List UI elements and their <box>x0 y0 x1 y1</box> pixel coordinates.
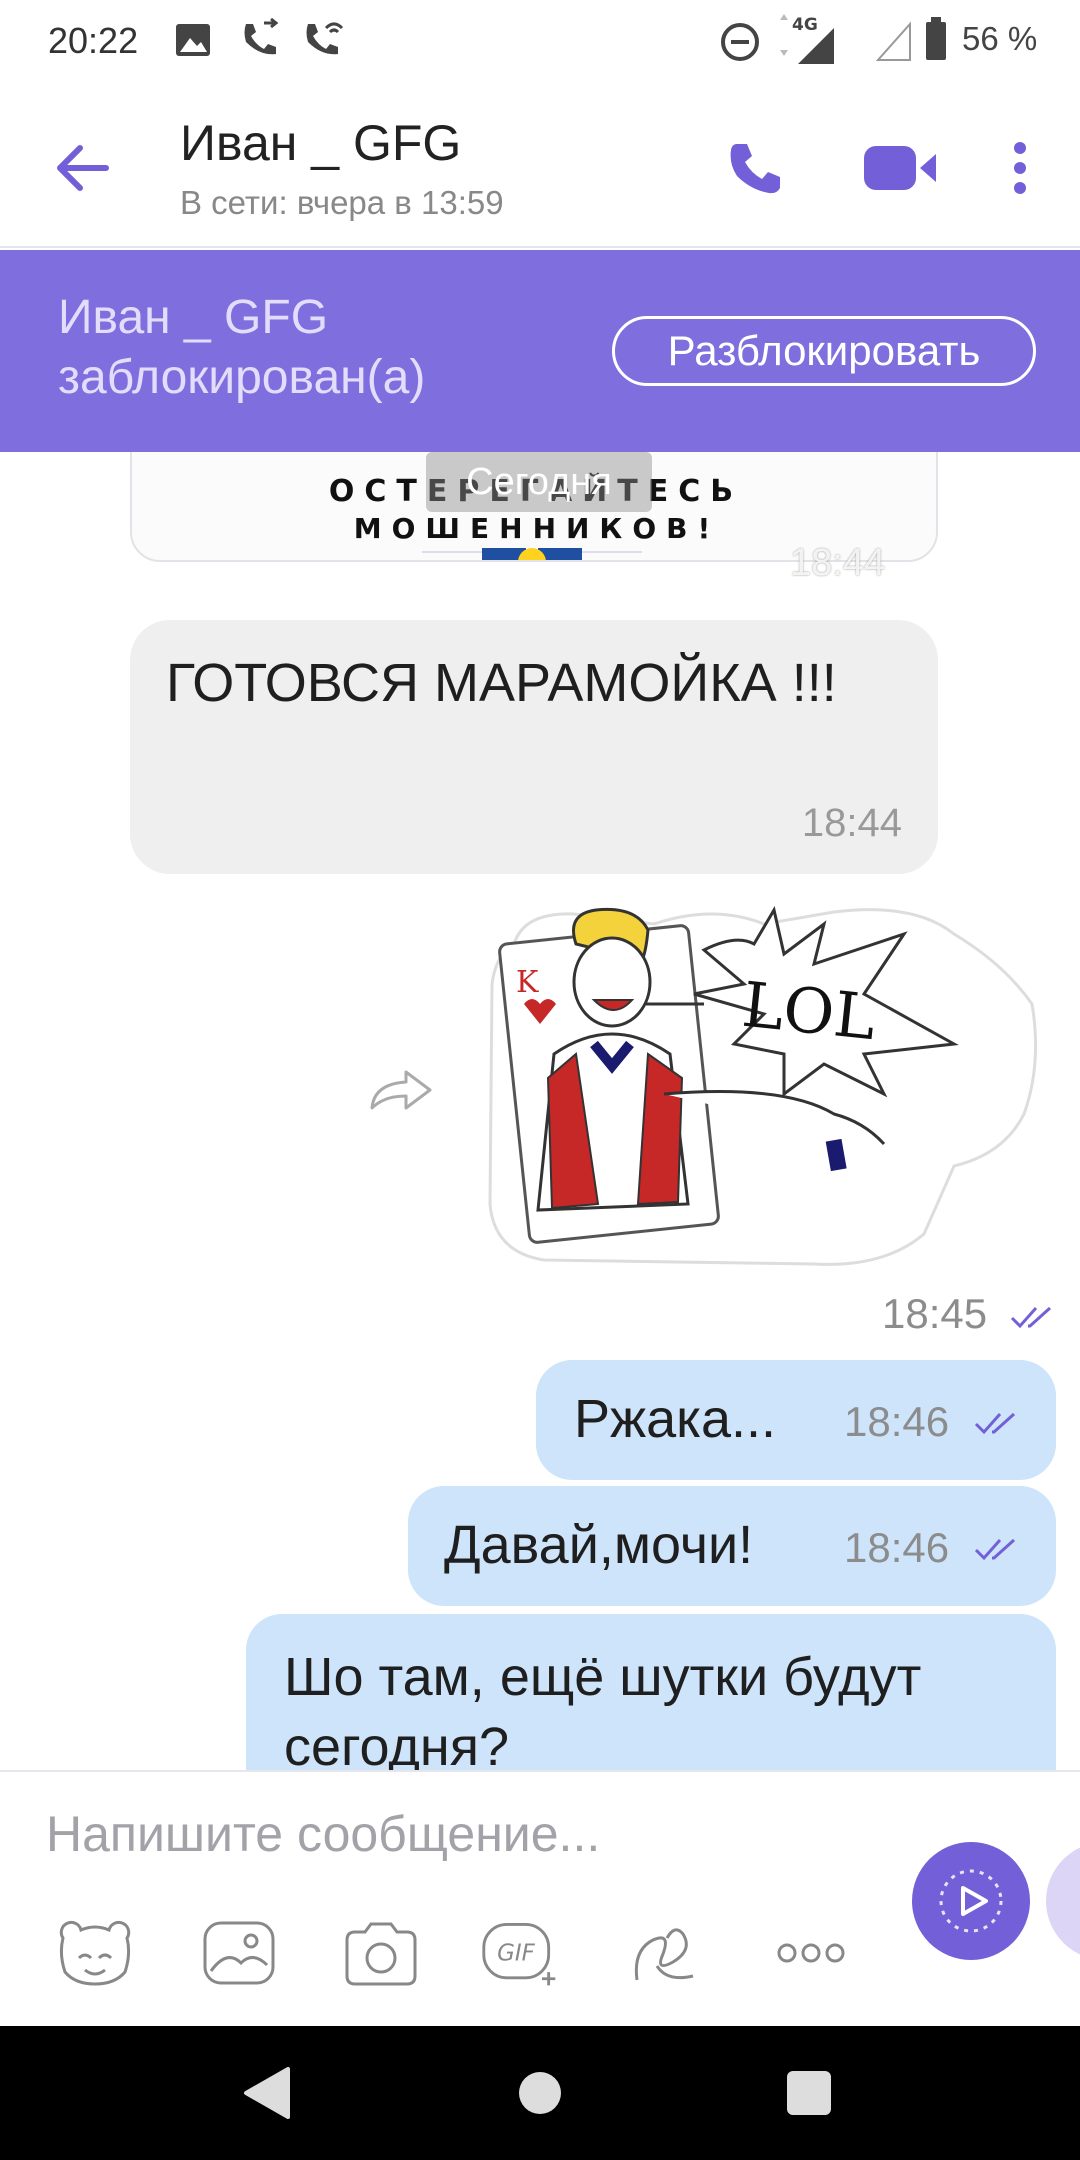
more-options-button[interactable] <box>770 1912 852 1994</box>
chat-header: Иван _ GFG В сети: вчера в 13:59 <box>0 84 1080 248</box>
forward-icon <box>370 1070 432 1110</box>
message-list[interactable]: ОСТЕРЕГАЙТЕСЬ МОШЕННИКОВ! Сегодня 18:44 … <box>0 452 1080 1770</box>
more-horiz-icon <box>777 1943 845 1963</box>
message-input[interactable] <box>44 1794 864 1874</box>
read-ticks-icon <box>974 1412 1016 1435</box>
signal-icon <box>875 20 914 69</box>
nav-home-icon <box>519 2072 561 2114</box>
call-button[interactable] <box>716 132 794 204</box>
svg-text:LOL: LOL <box>739 968 879 1055</box>
doodle-button[interactable] <box>624 1912 706 1994</box>
phone-icon <box>730 144 780 194</box>
voice-message-button[interactable] <box>1046 1842 1080 1960</box>
status-bar: 20:22 4G 56 % <box>0 0 1080 84</box>
sticker-bear-icon <box>59 1920 131 1986</box>
status-time: 20:22 <box>48 20 139 61</box>
video-call-button[interactable] <box>860 132 940 204</box>
nav-home-button[interactable] <box>503 2056 577 2130</box>
forward-button[interactable] <box>366 1064 438 1114</box>
lol-sticker-image: K LOL <box>488 905 1038 1266</box>
blocked-banner: Иван _ GFG заблокирован(а) Разблокироват… <box>0 250 1080 452</box>
read-ticks-icon <box>1010 1306 1052 1329</box>
nav-back-button[interactable] <box>230 2056 304 2130</box>
video-message-button[interactable] <box>912 1842 1030 1960</box>
outgoing-message-time: 18:46 <box>844 1398 950 1445</box>
system-nav-bar <box>0 2026 1080 2160</box>
nav-back-icon <box>244 2067 290 2119</box>
contact-status: В сети: вчера в 13:59 <box>180 184 504 221</box>
sticker-button[interactable] <box>54 1912 136 1994</box>
nav-recents-icon <box>787 2071 831 2115</box>
back-arrow-icon <box>57 145 109 191</box>
gallery-icon <box>174 18 212 67</box>
gif-button[interactable]: GIF <box>480 1912 562 1994</box>
camera-button[interactable] <box>340 1912 422 1994</box>
image-text-line2: МОШЕННИКОВ! <box>353 512 721 545</box>
blocked-banner-text: Иван _ GFG заблокирован(а) <box>58 291 426 404</box>
read-ticks-icon <box>974 1538 1016 1561</box>
doodle-icon <box>634 1928 694 1981</box>
do-not-disturb-icon <box>718 18 762 67</box>
outgoing-message[interactable]: Ржака... 18:46 <box>536 1360 1056 1480</box>
outgoing-message-text: Ржака... <box>574 1389 777 1449</box>
svg-text:4G: 4G <box>792 15 818 35</box>
more-menu-button[interactable] <box>1000 132 1040 204</box>
outgoing-message-text: Шо там, ещё шутки будут сегодня? <box>284 1647 922 1770</box>
gallery-button[interactable] <box>198 1912 280 1994</box>
incoming-message-time: 18:44 <box>801 801 902 845</box>
outgoing-message-text: Давай,мочи! <box>444 1515 754 1575</box>
svg-text:K: K <box>516 965 539 1000</box>
signal-4g-icon: 4G <box>776 14 842 73</box>
outgoing-message-time: 18:46 <box>844 1524 950 1571</box>
back-button[interactable] <box>48 132 120 204</box>
gallery-icon <box>203 1921 275 1985</box>
battery-icon <box>924 16 948 67</box>
call-wifi-icon <box>300 18 346 67</box>
contact-name[interactable]: Иван _ GFG <box>180 114 461 172</box>
video-message-icon <box>939 1869 1003 1933</box>
unblock-button[interactable]: Разблокировать <box>612 316 1036 386</box>
outgoing-message[interactable]: Шо там, ещё шутки будут сегодня? <box>246 1614 1056 1770</box>
chat-screen: 20:22 4G 56 % Иван _ GFG В сети: вчера в… <box>0 0 1080 2160</box>
more-vert-icon <box>1014 142 1026 194</box>
camera-icon <box>345 1922 417 1986</box>
date-separator: Сегодня <box>426 452 652 512</box>
incoming-message[interactable]: ГОТОВСЯ МАРАМОЙКА !!! 18:44 <box>130 620 938 874</box>
video-icon <box>864 146 936 190</box>
svg-text:GIF: GIF <box>497 1941 535 1967</box>
emblem-icon <box>422 548 642 560</box>
sticker-message[interactable]: K LOL <box>484 904 1044 1270</box>
incoming-message-text: ГОТОВСЯ МАРАМОЙКА !!! <box>166 653 837 713</box>
battery-level: 56 % <box>962 20 1038 57</box>
call-forwarded-icon <box>238 17 282 67</box>
outgoing-message[interactable]: Давай,мочи! 18:46 <box>408 1486 1056 1606</box>
gif-icon: GIF <box>482 1922 556 1986</box>
image-message-time: 18:44 <box>790 542 886 584</box>
message-composer: GIF <box>0 1770 1080 2026</box>
nav-recents-button[interactable] <box>772 2056 846 2130</box>
sticker-message-time: 18:45 <box>882 1290 988 1337</box>
